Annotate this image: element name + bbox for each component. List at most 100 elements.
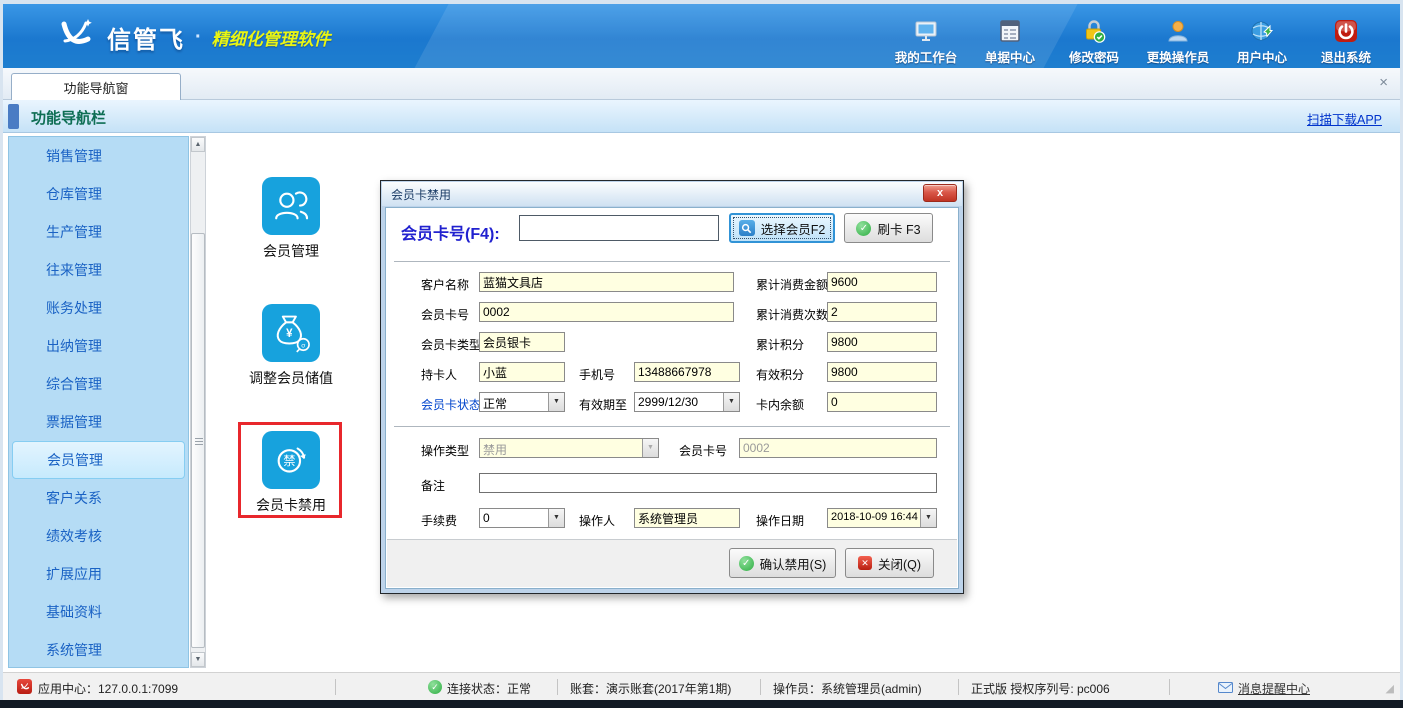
status-connection: 连接状态：正常 — [447, 680, 531, 697]
divider — [958, 679, 959, 695]
tab-function-navigation[interactable]: 功能导航窗 — [11, 73, 181, 100]
remark-input[interactable] — [479, 473, 937, 493]
sidebar-item-base-data[interactable]: 基础资料 — [9, 593, 188, 631]
customer-name-field[interactable] — [479, 272, 734, 292]
select-member-button[interactable]: 选择会员F2 — [729, 213, 835, 243]
valid-until-combo[interactable]: 2999/12/30 ▼ — [634, 392, 740, 412]
phone-field[interactable] — [634, 362, 740, 382]
operation-type-label: 操作类型 — [421, 442, 469, 459]
sidebar-item-system[interactable]: 系统管理 — [9, 631, 188, 669]
sidebar-item-members[interactable]: 会员管理 — [12, 441, 185, 479]
chevron-down-icon[interactable]: ▼ — [548, 509, 564, 527]
fee-combo[interactable]: 0 ▼ — [479, 508, 565, 528]
envelope-icon — [1218, 682, 1233, 696]
op-date-label: 操作日期 — [756, 512, 804, 529]
toolbar-item-exit[interactable]: 退出系统 — [1314, 18, 1378, 66]
toolbar-item-user-center[interactable]: 用户中心 — [1230, 18, 1294, 66]
card-type-label: 会员卡类型 — [421, 336, 481, 353]
toolbar-item-workbench[interactable]: 我的工作台 — [894, 18, 958, 66]
scrollbar-thumb[interactable] — [191, 233, 205, 648]
divider — [394, 426, 950, 427]
svg-text:σ: σ — [301, 342, 305, 349]
toolbar-item-documents[interactable]: 单据中心 — [978, 18, 1042, 66]
download-app-link[interactable]: 扫描下载APP — [1307, 109, 1382, 128]
scrollbar-grip — [195, 438, 203, 445]
top-banner: 信管飞 · 精细化管理软件 我的工作台 单据中心 — [3, 4, 1400, 68]
status-account: 账套：演示账套(2017年第1期) — [570, 680, 731, 697]
toolbar-label: 退出系统 — [1321, 47, 1371, 66]
dialog-body: 会员卡号(F4): 选择会员F2 ✓ 刷卡 F3 客户名称 累计消费金额 会员卡… — [385, 207, 959, 589]
total-spend-field[interactable] — [827, 272, 937, 292]
balance-field[interactable] — [827, 392, 937, 412]
valid-until-label: 有效期至 — [579, 396, 627, 413]
sidebar-item-performance[interactable]: 绩效考核 — [9, 517, 188, 555]
operation-type-value: 禁用 — [480, 439, 642, 457]
confirm-disable-label: 确认禁用(S) — [760, 554, 827, 573]
app-logo-icon — [55, 14, 97, 61]
card-no-field[interactable] — [479, 302, 734, 322]
op-date-value: 2018-10-09 16:44 — [828, 509, 920, 527]
close-dialog-button[interactable]: ✕ 关闭(Q) — [845, 548, 934, 578]
card-status-combo[interactable]: 正常 ▼ — [479, 392, 565, 412]
dialog-titlebar[interactable]: 会员卡禁用 — [382, 182, 962, 206]
toolbar-item-change-password[interactable]: 修改密码 — [1062, 18, 1126, 66]
sidebar-item-production[interactable]: 生产管理 — [9, 213, 188, 251]
operator-field[interactable] — [634, 508, 740, 528]
confirm-disable-button[interactable]: ✓ 确认禁用(S) — [729, 548, 836, 578]
card-status-value: 正常 — [480, 393, 548, 411]
shortcut-adjust-stored-value[interactable]: ¥ σ 调整会员储值 — [243, 304, 339, 388]
sidebar-item-crm[interactable]: 客户关系 — [9, 479, 188, 517]
close-icon[interactable]: × — [1379, 74, 1388, 91]
card-status-label: 会员卡状态 — [421, 396, 481, 413]
remark-label: 备注 — [421, 477, 445, 494]
sidebar-nav: 销售管理 仓库管理 生产管理 往来管理 账务处理 出纳管理 综合管理 票据管理 … — [8, 136, 189, 668]
sidebar-item-warehouse[interactable]: 仓库管理 — [9, 175, 188, 213]
card-type-field[interactable] — [479, 332, 565, 352]
shortcut-disable-member-card[interactable]: 禁 会员卡禁用 — [243, 431, 339, 515]
lock-icon — [1081, 18, 1107, 44]
op-card-no-field[interactable] — [739, 438, 937, 458]
brand-dot: · — [195, 26, 202, 49]
toolbar-item-switch-operator[interactable]: 更换操作员 — [1146, 18, 1210, 66]
holder-field[interactable] — [479, 362, 565, 382]
swipe-card-button[interactable]: ✓ 刷卡 F3 — [844, 213, 933, 243]
chevron-down-icon[interactable]: ▼ — [548, 393, 564, 411]
scroll-up-icon[interactable]: ▲ — [191, 137, 205, 152]
resize-grip-icon[interactable]: ◢ — [1386, 682, 1394, 695]
customer-name-label: 客户名称 — [421, 276, 469, 293]
toolbar-label: 更换操作员 — [1147, 47, 1210, 66]
total-points-field[interactable] — [827, 332, 937, 352]
check-icon: ✓ — [856, 221, 871, 236]
svg-text:¥: ¥ — [286, 328, 293, 340]
swipe-card-label: 刷卡 F3 — [877, 219, 920, 238]
spend-count-field[interactable] — [827, 302, 937, 322]
close-dialog-label: 关闭(Q) — [878, 554, 921, 573]
toolbar-label: 单据中心 — [985, 47, 1035, 66]
operation-type-combo[interactable]: 禁用 ▼ — [479, 438, 659, 458]
sidebar-item-bills[interactable]: 票据管理 — [9, 403, 188, 441]
op-date-combo[interactable]: 2018-10-09 16:44 ▼ — [827, 508, 937, 528]
shortcut-member-management[interactable]: 会员管理 — [243, 177, 339, 261]
shortcut-label: 调整会员储值 — [243, 368, 339, 388]
card-number-query-input[interactable] — [519, 215, 719, 241]
sidebar-item-sales[interactable]: 销售管理 — [9, 137, 188, 175]
sidebar-item-contacts[interactable]: 往来管理 — [9, 251, 188, 289]
sidebar-item-extensions[interactable]: 扩展应用 — [9, 555, 188, 593]
chevron-down-icon[interactable]: ▼ — [723, 393, 739, 411]
scroll-down-icon[interactable]: ▼ — [191, 652, 205, 667]
sidebar-item-general[interactable]: 综合管理 — [9, 365, 188, 403]
chevron-down-icon[interactable]: ▼ — [920, 509, 936, 527]
members-icon — [262, 177, 320, 235]
message-center-link[interactable]: 消息提醒中心 — [1218, 680, 1310, 697]
valid-points-field[interactable] — [827, 362, 937, 382]
dialog-close-icon[interactable]: x — [923, 184, 957, 202]
card-no-label: 会员卡号 — [421, 306, 469, 323]
sidebar-item-accounting[interactable]: 账务处理 — [9, 289, 188, 327]
disable-member-card-dialog: 会员卡禁用 x 会员卡号(F4): 选择会员F2 ✓ 刷卡 F3 客户名称 累计… — [380, 180, 964, 594]
nav-accent-block — [8, 104, 19, 129]
divider — [335, 679, 336, 695]
balance-label: 卡内余额 — [756, 396, 804, 413]
message-center-label: 消息提醒中心 — [1238, 680, 1310, 697]
sidebar-item-cashier[interactable]: 出纳管理 — [9, 327, 188, 365]
sidebar-scrollbar[interactable]: ▲ ▼ — [190, 136, 206, 668]
